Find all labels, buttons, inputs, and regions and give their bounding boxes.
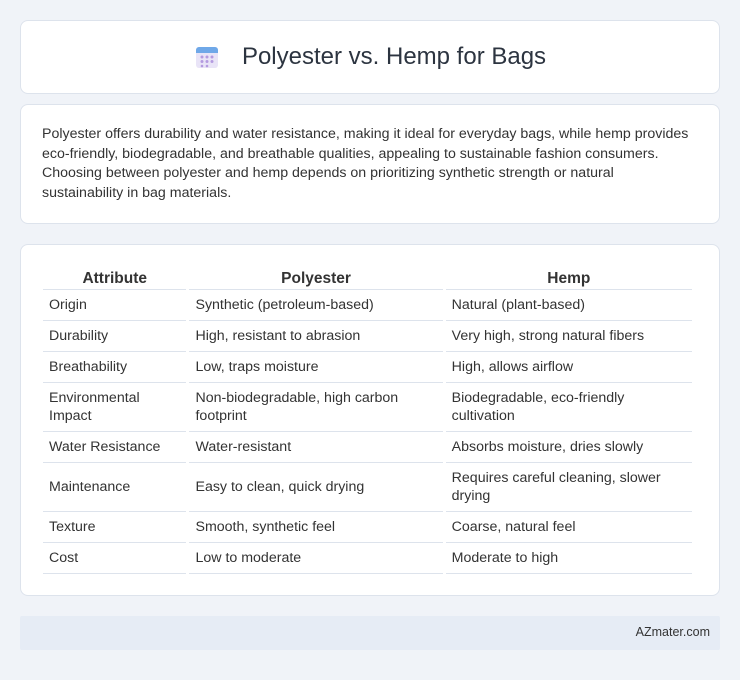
- hemp-cell: Biodegradable, eco-friendly cultivation: [445, 383, 692, 432]
- column-header-attribute: Attribute: [43, 265, 187, 290]
- polyester-cell: Low, traps moisture: [189, 352, 443, 383]
- polyester-cell: Synthetic (petroleum-based): [189, 290, 443, 321]
- polyester-cell: Easy to clean, quick drying: [189, 463, 443, 512]
- hemp-cell: Natural (plant-based): [445, 290, 692, 321]
- attribute-cell: Maintenance: [43, 463, 187, 512]
- polyester-cell: Water-resistant: [189, 432, 443, 463]
- comparison-card: Attribute Polyester Hemp Origin Syntheti…: [20, 244, 720, 596]
- comparison-table: Attribute Polyester Hemp Origin Syntheti…: [40, 265, 695, 574]
- table-header-row: Attribute Polyester Hemp: [43, 265, 692, 290]
- hemp-cell: Requires careful cleaning, slower drying: [445, 463, 692, 512]
- polyester-cell: Non-biodegradable, high carbon footprint: [189, 383, 443, 432]
- column-header-hemp: Hemp: [445, 265, 692, 290]
- column-header-polyester: Polyester: [189, 265, 443, 290]
- polyester-cell: Low to moderate: [189, 543, 443, 574]
- hemp-cell: Moderate to high: [445, 543, 692, 574]
- hemp-cell: Very high, strong natural fibers: [445, 321, 692, 352]
- polyester-cell: Smooth, synthetic feel: [189, 512, 443, 543]
- hemp-cell: High, allows airflow: [445, 352, 692, 383]
- footer-bar: AZmater.com: [20, 616, 720, 650]
- attribute-cell: Breathability: [43, 352, 187, 383]
- attribute-cell: Environmental Impact: [43, 383, 187, 432]
- table-row: Origin Synthetic (petroleum-based) Natur…: [43, 290, 692, 321]
- title-wrap: Polyester vs. Hemp for Bags: [194, 43, 546, 71]
- table-row: Maintenance Easy to clean, quick drying …: [43, 463, 692, 512]
- table-row: Cost Low to moderate Moderate to high: [43, 543, 692, 574]
- table-row: Durability High, resistant to abrasion V…: [43, 321, 692, 352]
- attribute-cell: Origin: [43, 290, 187, 321]
- attribute-cell: Durability: [43, 321, 187, 352]
- calendar-icon: [194, 44, 220, 70]
- attribute-cell: Cost: [43, 543, 187, 574]
- table-row: Breathability Low, traps moisture High, …: [43, 352, 692, 383]
- header-card: Polyester vs. Hemp for Bags: [20, 20, 720, 94]
- attribute-cell: Water Resistance: [43, 432, 187, 463]
- intro-card: Polyester offers durability and water re…: [20, 104, 720, 224]
- hemp-cell: Absorbs moisture, dries slowly: [445, 432, 692, 463]
- attribute-cell: Texture: [43, 512, 187, 543]
- hemp-cell: Coarse, natural feel: [445, 512, 692, 543]
- table-row: Texture Smooth, synthetic feel Coarse, n…: [43, 512, 692, 543]
- polyester-cell: High, resistant to abrasion: [189, 321, 443, 352]
- table-row: Water Resistance Water-resistant Absorbs…: [43, 432, 692, 463]
- intro-paragraph: Polyester offers durability and water re…: [42, 126, 689, 201]
- table-row: Environmental Impact Non-biodegradable, …: [43, 383, 692, 432]
- footer-site-link[interactable]: AZmater.com: [636, 625, 710, 639]
- page-title: Polyester vs. Hemp for Bags: [241, 43, 547, 70]
